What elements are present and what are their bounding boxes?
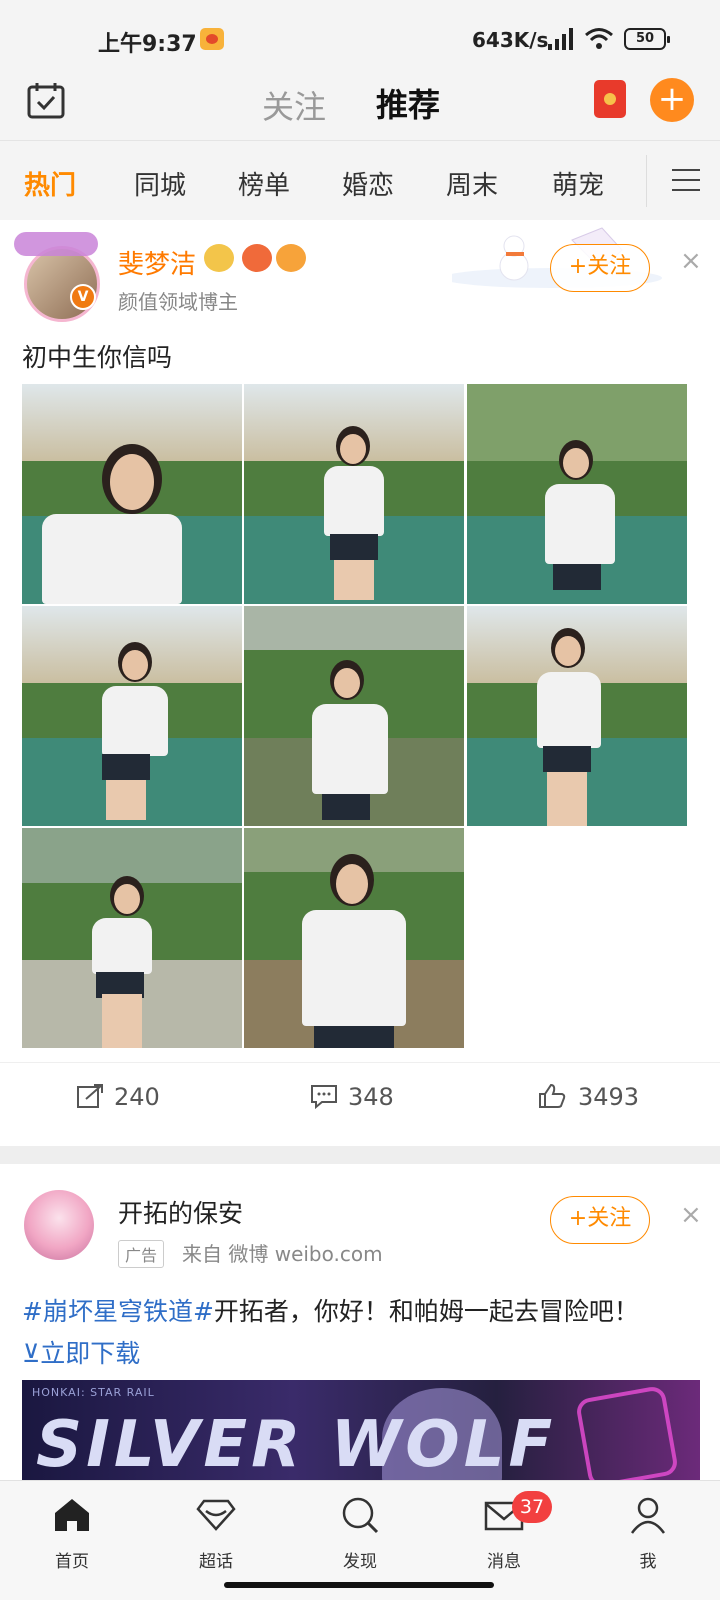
like-count[interactable]: 3493 bbox=[578, 1083, 639, 1111]
post-photo[interactable] bbox=[244, 384, 464, 604]
wifi-icon bbox=[585, 28, 613, 49]
download-link[interactable]: ⊻立即下载 bbox=[22, 1334, 140, 1370]
hashtag-link[interactable]: #崩坏星穹铁道# bbox=[22, 1297, 214, 1326]
post-photo[interactable] bbox=[467, 606, 687, 826]
tab-recommend[interactable]: 推荐 bbox=[376, 80, 440, 126]
app-header: 关注 推荐 + bbox=[0, 76, 720, 140]
crown-badge-icon bbox=[204, 244, 234, 272]
network-speed: 643K/s bbox=[472, 28, 549, 52]
comment-icon[interactable] bbox=[310, 1083, 338, 1109]
user-icon bbox=[630, 1497, 666, 1534]
channel-divider bbox=[646, 155, 647, 207]
avatar[interactable] bbox=[24, 1190, 94, 1260]
post-username[interactable]: 斐梦洁 bbox=[118, 244, 196, 281]
banner-title: SILVER WOLF bbox=[36, 1408, 557, 1482]
post-photo[interactable] bbox=[467, 384, 687, 604]
nav-discover-label: 发现 bbox=[343, 1552, 377, 1572]
like-icon[interactable] bbox=[538, 1083, 566, 1109]
close-icon[interactable]: × bbox=[680, 1202, 702, 1228]
messages-badge: 37 bbox=[512, 1491, 552, 1523]
channel-bar: 热门 同城 榜单 婚恋 周末 萌宠 bbox=[0, 140, 720, 220]
comment-count[interactable]: 348 bbox=[348, 1083, 394, 1111]
post-photo[interactable] bbox=[244, 828, 464, 1048]
post-text: #崩坏星穹铁道#开拓者，你好！和帕姆一起去冒险吧！ bbox=[22, 1292, 639, 1328]
channel-local[interactable]: 同城 bbox=[134, 165, 186, 202]
status-bar: 上午9:37 643K/s 50 bbox=[0, 0, 720, 76]
nav-me-label: 我 bbox=[639, 1552, 657, 1572]
home-icon bbox=[55, 1499, 89, 1531]
home-indicator[interactable] bbox=[224, 1582, 494, 1588]
channel-dating[interactable]: 婚恋 bbox=[342, 165, 394, 202]
post-source: 来自 微博 weibo.com bbox=[182, 1242, 383, 1266]
channel-rankings[interactable]: 榜单 bbox=[238, 165, 290, 202]
weibo-notification-icon bbox=[200, 28, 224, 50]
follow-button[interactable]: +关注 bbox=[550, 244, 650, 292]
ad-banner-image[interactable]: HONKAI: STAR RAIL SILVER WOLF bbox=[22, 1380, 700, 1490]
channel-hot[interactable]: 热门 bbox=[24, 165, 76, 202]
nav-home[interactable]: 首页 bbox=[0, 1481, 144, 1581]
nav-topics-label: 超话 bbox=[199, 1552, 233, 1572]
post-text: 初中生你信吗 bbox=[22, 343, 173, 372]
verified-badge-icon: V bbox=[70, 284, 96, 310]
fruit-badge-icon bbox=[242, 244, 272, 272]
red-packet-icon[interactable] bbox=[594, 80, 626, 118]
channel-menu-icon[interactable] bbox=[672, 169, 700, 193]
avatar-frame-decoration bbox=[14, 232, 98, 256]
close-icon[interactable]: × bbox=[680, 248, 702, 274]
tab-follow[interactable]: 关注 bbox=[262, 82, 326, 128]
diamond-icon bbox=[196, 1499, 236, 1531]
feed-post[interactable]: V 斐梦洁 颜值领域博主 +关注 × 初中生你信吗 240 348 3493 bbox=[0, 220, 720, 1146]
search-icon bbox=[342, 1497, 379, 1534]
post-photo[interactable] bbox=[22, 606, 242, 826]
avatar[interactable] bbox=[24, 246, 100, 322]
calendar-icon[interactable] bbox=[26, 80, 66, 120]
post-username[interactable]: 开拓的保安 bbox=[118, 1194, 243, 1230]
status-time: 上午9:37 bbox=[98, 32, 197, 57]
nav-home-label: 首页 bbox=[55, 1552, 89, 1572]
repost-count[interactable]: 240 bbox=[114, 1083, 160, 1111]
nav-messages-label: 消息 bbox=[487, 1552, 521, 1572]
nav-topics[interactable]: 超话 bbox=[144, 1481, 288, 1581]
channel-weekend[interactable]: 周末 bbox=[446, 165, 498, 202]
signal-icon bbox=[546, 28, 576, 50]
post-photo[interactable] bbox=[22, 384, 242, 604]
ad-tag: 广告 bbox=[118, 1240, 165, 1268]
feed-post-ad[interactable]: 开拓的保安 广告 来自 微博 weibo.com +关注 × #崩坏星穹铁道#开… bbox=[0, 1164, 720, 1490]
battery-icon: 50 bbox=[624, 28, 670, 50]
compose-plus-button[interactable]: + bbox=[650, 78, 694, 122]
fish-badge-icon bbox=[276, 244, 306, 272]
post-actions: 240 348 3493 bbox=[0, 1062, 720, 1132]
nav-messages[interactable]: 37 消息 bbox=[432, 1481, 576, 1581]
nav-me[interactable]: 我 bbox=[576, 1481, 720, 1581]
repost-icon[interactable] bbox=[76, 1083, 104, 1109]
post-photo[interactable] bbox=[22, 828, 242, 1048]
banner-game-title: HONKAI: STAR RAIL bbox=[32, 1386, 155, 1399]
feed-separator bbox=[0, 1146, 720, 1164]
post-photo[interactable] bbox=[244, 606, 464, 826]
post-text-body: 开拓者，你好！和帕姆一起去冒险吧！ bbox=[213, 1297, 639, 1326]
channel-pets[interactable]: 萌宠 bbox=[552, 165, 604, 202]
follow-button[interactable]: +关注 bbox=[550, 1196, 650, 1244]
user-description: 颜值领域博主 bbox=[118, 290, 238, 314]
banner-neon-frame bbox=[574, 1384, 680, 1490]
nav-discover[interactable]: 发现 bbox=[288, 1481, 432, 1581]
photo-grid bbox=[22, 384, 700, 1048]
